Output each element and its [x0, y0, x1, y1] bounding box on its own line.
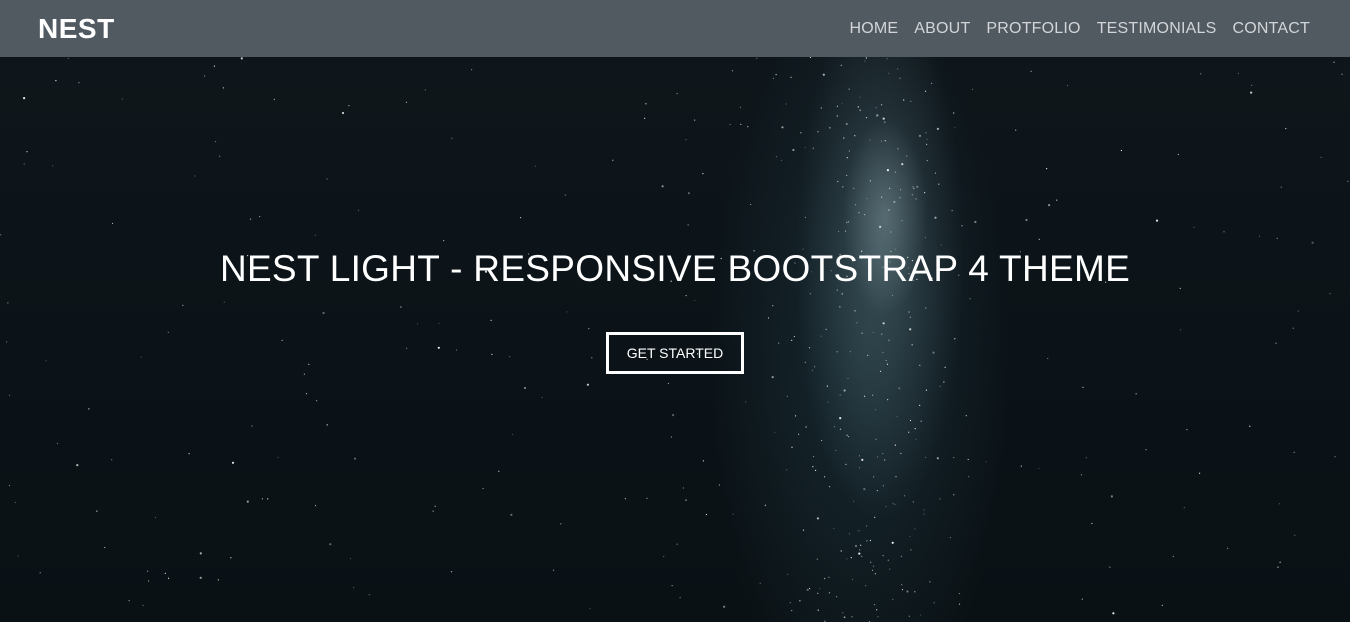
nav-link-testimonials[interactable]: TESTIMONIALS [1097, 20, 1217, 37]
hero-section: NEST LIGHT - RESPONSIVE BOOTSTRAP 4 THEM… [0, 57, 1350, 622]
landing-page: NEST HOME ABOUT PROTFOLIO TESTIMONIALS C… [0, 0, 1350, 622]
nav-menu: HOME ABOUT PROTFOLIO TESTIMONIALS CONTAC… [849, 20, 1310, 37]
get-started-button[interactable]: GET STARTED [605, 332, 745, 374]
navbar: NEST HOME ABOUT PROTFOLIO TESTIMONIALS C… [0, 0, 1350, 57]
hero-title: NEST LIGHT - RESPONSIVE BOOTSTRAP 4 THEM… [219, 248, 1131, 289]
nav-link-portfolio[interactable]: PROTFOLIO [986, 20, 1080, 37]
hero-content: NEST LIGHT - RESPONSIVE BOOTSTRAP 4 THEM… [0, 57, 1350, 622]
brand-logo[interactable]: NEST [38, 14, 115, 43]
nav-link-home[interactable]: HOME [849, 20, 898, 37]
nav-link-about[interactable]: ABOUT [914, 20, 970, 37]
nav-link-contact[interactable]: CONTACT [1232, 20, 1310, 37]
